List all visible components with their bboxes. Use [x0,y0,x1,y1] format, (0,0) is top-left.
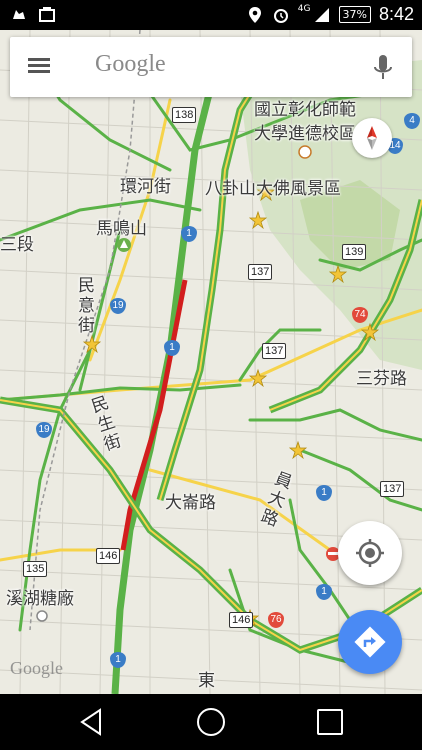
compass-button[interactable] [352,118,392,158]
map-label-east: 東 [198,671,215,691]
image-notification-icon [39,7,55,22]
compass-icon [367,126,377,150]
map-label-huanhe-street: 環河街 [120,177,171,197]
road-shield-137: 137 [262,343,287,359]
directions-button[interactable] [338,610,402,674]
battery-indicator: 37% [338,6,371,23]
home-icon[interactable] [193,704,229,740]
alarm-icon [273,8,288,23]
road-shield-139: 139 [342,244,367,260]
road-shield-135: 135 [23,561,48,577]
map-label-maming-mountain: 馬鳴山 [96,219,147,239]
road-shield-137: 137 [248,264,273,280]
map-label-bagua-mountain: 八卦山大佛風景區 [205,179,341,199]
my-location-button[interactable] [338,521,402,585]
search-bar[interactable]: Google [10,37,412,97]
search-input[interactable]: Google [95,51,166,78]
notification-icon [13,10,25,19]
menu-button[interactable] [28,55,58,79]
network-type: 4G [297,3,311,14]
map-label-section-3: 三段 [0,235,34,255]
road-shield-137: 137 [380,481,405,497]
road-shield-146: 146 [96,548,121,564]
back-icon[interactable] [74,704,110,740]
location-icon [248,6,261,23]
recents-icon[interactable] [312,704,348,740]
school-marker [298,145,312,159]
navigation-bar [0,694,422,750]
hamburger-icon [28,58,50,61]
signal-icon [314,7,329,22]
directions-icon [354,626,386,658]
map-label-dalun-road: 大崙路 [165,493,216,513]
microphone-icon[interactable] [368,51,398,85]
my-location-icon [356,539,384,567]
map-label-minyi-street: 民意街 [78,276,95,336]
map-label-university-2: 大學進德校區 [254,124,356,144]
road-shield-138: 138 [172,107,197,123]
clock: 8:42 [378,4,414,24]
map-label-university-1: 國立彰化師範 [254,100,356,120]
map-label-sanfen-road: 三芬路 [356,369,407,389]
factory-marker [36,610,48,622]
google-watermark: Google [10,658,63,678]
road-shield-146: 146 [229,612,254,628]
status-bar: 4G 37% 8:42 [0,0,422,30]
map-label-xihu-sugar-factory: 溪湖糖廠 [6,589,74,609]
